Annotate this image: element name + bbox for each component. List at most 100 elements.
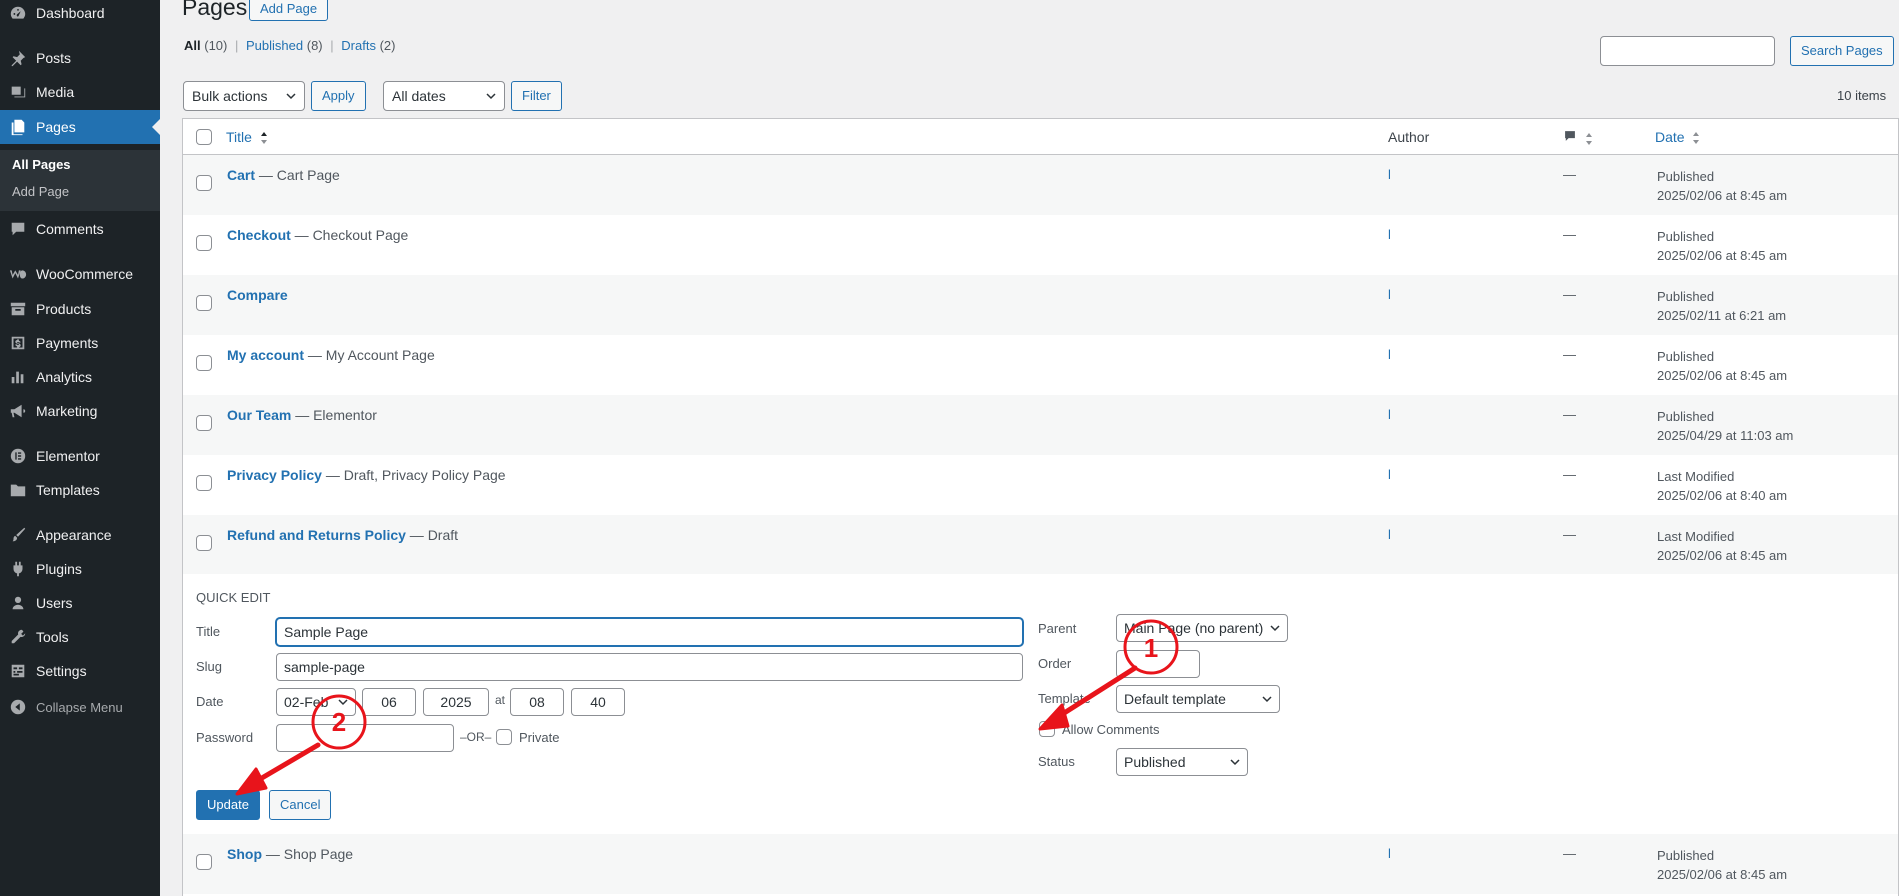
menu-dashboard[interactable]: Dashboard bbox=[0, 0, 160, 30]
submenu-all-pages[interactable]: All Pages bbox=[12, 157, 71, 172]
minute-field[interactable]: 40 bbox=[571, 688, 625, 716]
filter-all[interactable]: All bbox=[184, 38, 201, 53]
filter-published[interactable]: Published bbox=[246, 38, 303, 53]
select-all-checkbox[interactable] bbox=[196, 129, 212, 145]
row-title-link[interactable]: Refund and Returns Policy bbox=[227, 527, 406, 543]
row-checkbox[interactable] bbox=[196, 475, 212, 491]
add-page-button[interactable]: Add Page bbox=[249, 0, 329, 21]
row-author[interactable]: l bbox=[1388, 167, 1391, 182]
menu-settings[interactable]: Settings bbox=[0, 654, 160, 688]
bulk-actions-select[interactable]: Bulk actions bbox=[183, 81, 305, 111]
comments-column-header[interactable] bbox=[1563, 129, 1593, 146]
row-timestamp: 2025/02/06 at 8:45 am bbox=[1657, 368, 1788, 383]
private-checkbox[interactable] bbox=[496, 729, 512, 745]
menu-products[interactable]: Products bbox=[0, 292, 160, 326]
menu-users[interactable]: Users bbox=[0, 586, 160, 620]
row-checkbox[interactable] bbox=[196, 295, 212, 311]
day-field[interactable]: 06 bbox=[362, 688, 416, 716]
brush-icon bbox=[0, 526, 36, 544]
title-label: Title bbox=[196, 624, 221, 639]
menu-templates[interactable]: Templates bbox=[0, 473, 160, 507]
title-column-header[interactable]: Title bbox=[226, 129, 268, 145]
month-select[interactable]: 02-Feb bbox=[276, 688, 356, 716]
row-title-link[interactable]: Checkout bbox=[227, 227, 291, 243]
filter-drafts[interactable]: Drafts bbox=[341, 38, 376, 53]
row-author[interactable]: l bbox=[1388, 287, 1391, 302]
filter-published-count: (8) bbox=[306, 38, 323, 53]
cancel-button[interactable]: Cancel bbox=[269, 790, 332, 820]
title-field[interactable]: Sample Page bbox=[276, 618, 1023, 646]
row-checkbox[interactable] bbox=[196, 415, 212, 431]
row-state: — Cart Page bbox=[255, 167, 340, 183]
allow-comments-checkbox[interactable] bbox=[1039, 721, 1055, 737]
search-pages-button[interactable]: Search Pages bbox=[1790, 36, 1894, 66]
order-field[interactable] bbox=[1116, 650, 1200, 678]
settings-icon bbox=[0, 662, 36, 680]
row-author[interactable]: l bbox=[1388, 407, 1391, 422]
row-title-link[interactable]: Compare bbox=[227, 287, 288, 303]
template-select[interactable]: Default template bbox=[1116, 685, 1280, 713]
slug-field[interactable]: sample-page bbox=[276, 653, 1023, 681]
items-count: 10 items bbox=[1837, 88, 1887, 103]
password-field[interactable] bbox=[276, 724, 454, 752]
row-checkbox[interactable] bbox=[196, 854, 212, 870]
row-title-link[interactable]: Shop bbox=[227, 846, 262, 862]
chevron-down-icon bbox=[1270, 625, 1280, 632]
filter-drafts-count: (2) bbox=[379, 38, 396, 53]
row-title-link[interactable]: Cart bbox=[227, 167, 255, 183]
row-checkbox[interactable] bbox=[196, 175, 212, 191]
status-value: Published bbox=[1124, 754, 1186, 770]
update-button[interactable]: Update bbox=[196, 790, 260, 820]
menu-plugins[interactable]: Plugins bbox=[0, 552, 160, 586]
submenu-add-page[interactable]: Add Page bbox=[12, 184, 69, 199]
filter-button[interactable]: Filter bbox=[511, 81, 562, 111]
dates-value: All dates bbox=[392, 88, 446, 104]
search-input[interactable] bbox=[1600, 36, 1775, 66]
row-checkbox[interactable] bbox=[196, 355, 212, 371]
row-checkbox[interactable] bbox=[196, 535, 212, 551]
status-label: Status bbox=[1038, 754, 1075, 769]
date-column-header[interactable]: Date bbox=[1655, 129, 1700, 145]
row-author[interactable]: l bbox=[1388, 527, 1391, 542]
row-title-link[interactable]: Our Team bbox=[227, 407, 291, 423]
status-select[interactable]: Published bbox=[1116, 748, 1248, 776]
row-title-link[interactable]: My account bbox=[227, 347, 304, 363]
row-state: — Draft, Privacy Policy Page bbox=[321, 467, 506, 483]
row-title-link[interactable]: Privacy Policy bbox=[227, 467, 322, 483]
menu-pages[interactable]: Pages bbox=[0, 110, 160, 144]
menu-label: Appearance bbox=[36, 527, 112, 543]
or-label: –OR– bbox=[460, 730, 492, 744]
row-author[interactable]: l bbox=[1388, 467, 1391, 482]
menu-woocommerce[interactable]: WooCommerce bbox=[0, 257, 160, 291]
row-author[interactable]: l bbox=[1388, 347, 1391, 362]
author-column-header: Author bbox=[1388, 129, 1430, 145]
menu-analytics[interactable]: Analytics bbox=[0, 360, 160, 394]
wrench-icon bbox=[0, 628, 36, 646]
menu-appearance[interactable]: Appearance bbox=[0, 518, 160, 552]
menu-posts[interactable]: Posts bbox=[0, 41, 160, 75]
year-field[interactable]: 2025 bbox=[423, 688, 489, 716]
menu-payments[interactable]: Payments bbox=[0, 326, 160, 360]
row-author[interactable]: l bbox=[1388, 846, 1391, 861]
table-row: Privacy Policy — Draft, Privacy Policy P… bbox=[183, 455, 1898, 515]
menu-label: Products bbox=[36, 301, 92, 317]
row-checkbox[interactable] bbox=[196, 235, 212, 251]
menu-label: Analytics bbox=[36, 369, 93, 385]
menu-media[interactable]: Media bbox=[0, 75, 160, 109]
row-author[interactable]: l bbox=[1388, 227, 1391, 242]
collapse-menu-button[interactable]: Collapse Menu bbox=[0, 690, 160, 724]
menu-tools[interactable]: Tools bbox=[0, 620, 160, 654]
row-date: Published 2025/02/06 at 8:45 am bbox=[1657, 347, 1787, 385]
hour-field[interactable]: 08 bbox=[510, 688, 564, 716]
archive-icon bbox=[0, 300, 36, 318]
main-content: Pages Add Page All (10) | Published (8) … bbox=[160, 0, 1899, 896]
parent-select[interactable]: Main Page (no parent) bbox=[1116, 614, 1288, 642]
table-row: Checkout — Checkout Page l — Published 20… bbox=[183, 215, 1898, 275]
menu-marketing[interactable]: Marketing bbox=[0, 394, 160, 428]
dates-select[interactable]: All dates bbox=[383, 81, 505, 111]
row-status: Published bbox=[1657, 848, 1715, 863]
menu-label: Marketing bbox=[36, 403, 98, 419]
menu-elementor[interactable]: Elementor bbox=[0, 439, 160, 473]
apply-button[interactable]: Apply bbox=[311, 81, 366, 111]
menu-comments[interactable]: Comments bbox=[0, 212, 160, 246]
